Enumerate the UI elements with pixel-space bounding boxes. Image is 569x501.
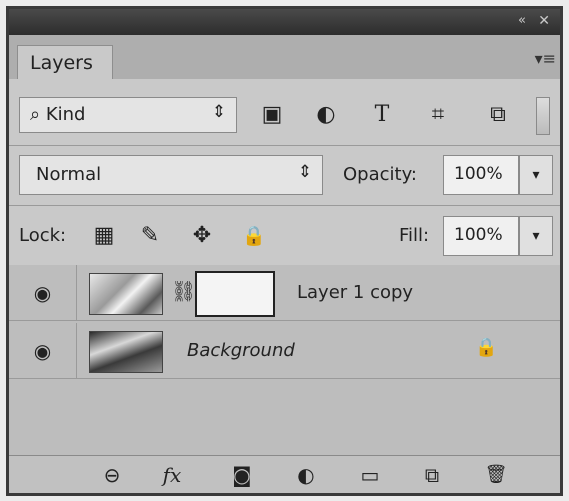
opacity-dropdown[interactable]: ▾ bbox=[519, 155, 553, 195]
lock-row: Lock: ▦ ✎ ✥ 🔒 Fill: 100% ▾ bbox=[19, 215, 553, 257]
smart-object-icon[interactable]: ⧉ bbox=[481, 99, 515, 131]
link-layers-icon[interactable]: ⊖ bbox=[97, 462, 127, 488]
layer-row[interactable]: ◉ ⛓ Layer 1 copy bbox=[9, 265, 560, 321]
divider bbox=[9, 145, 560, 146]
select-arrows-icon: ⇕ bbox=[211, 102, 226, 122]
close-icon[interactable]: ✕ bbox=[538, 13, 550, 29]
lock-position-icon[interactable]: ✥ bbox=[187, 221, 217, 251]
lock-icon: 🔒 bbox=[475, 337, 498, 358]
layer-name[interactable]: Background bbox=[187, 340, 295, 361]
collapse-icon[interactable]: « bbox=[518, 13, 526, 28]
lock-label: Lock: bbox=[19, 225, 67, 246]
filter-kind-select[interactable]: ⌕ Kind ⇕ bbox=[19, 97, 237, 133]
adjustment-icon[interactable]: ◐ bbox=[309, 99, 343, 131]
lock-image-pixels-icon[interactable]: ✎ bbox=[135, 221, 165, 251]
fill-input[interactable]: 100% bbox=[443, 216, 519, 256]
opacity-input[interactable]: 100% bbox=[443, 155, 519, 195]
type-icon[interactable]: T bbox=[365, 99, 399, 131]
filter-kind-label: Kind bbox=[45, 104, 86, 125]
tab-layers[interactable]: Layers bbox=[17, 45, 113, 79]
add-mask-icon[interactable]: ◙ bbox=[227, 462, 257, 488]
adjustment-layer-icon[interactable]: ◐ bbox=[291, 462, 321, 488]
trash-icon[interactable]: 🗑 bbox=[481, 462, 511, 488]
panel-titlebar: « ✕ bbox=[9, 9, 560, 35]
blend-mode-select[interactable]: Normal ⇕ bbox=[19, 155, 323, 195]
fx-icon[interactable]: fx bbox=[157, 462, 187, 488]
blend-row: Normal ⇕ Opacity: 100% ▾ bbox=[19, 155, 553, 195]
fill-label: Fill: bbox=[399, 225, 430, 246]
filter-toggle[interactable] bbox=[536, 97, 550, 135]
fill-dropdown[interactable]: ▾ bbox=[519, 216, 553, 256]
layer-name[interactable]: Layer 1 copy bbox=[297, 282, 413, 303]
lock-all-icon[interactable]: 🔒 bbox=[239, 221, 269, 251]
search-icon: ⌕ bbox=[30, 104, 41, 125]
filter-row: ⌕ Kind ⇕ ▣ ◐ T ⌗ ⧉ bbox=[19, 97, 550, 135]
layers-panel: « ✕ Layers ▾≡ ⌕ Kind ⇕ ▣ ◐ T ⌗ ⧉ Normal … bbox=[6, 6, 563, 496]
chain-icon[interactable]: ⛓ bbox=[171, 279, 196, 303]
opacity-label: Opacity: bbox=[343, 164, 417, 185]
divider bbox=[9, 205, 560, 206]
eye-icon[interactable]: ◉ bbox=[9, 323, 77, 379]
layers-list: ◉ ⛓ Layer 1 copy ◉ Background 🔒 bbox=[9, 265, 560, 461]
panel-menu-icon[interactable]: ▾≡ bbox=[535, 49, 556, 68]
eye-icon[interactable]: ◉ bbox=[9, 265, 77, 321]
blend-mode-value: Normal bbox=[36, 164, 102, 185]
layer-thumbnail bbox=[89, 273, 163, 315]
bottom-toolbar: ⊖ fx ◙ ◐ ▭ ⧉ 🗑 bbox=[9, 455, 560, 493]
layer-mask-thumbnail[interactable] bbox=[195, 271, 275, 317]
image-icon[interactable]: ▣ bbox=[255, 99, 289, 131]
new-layer-icon[interactable]: ⧉ bbox=[417, 462, 447, 488]
layer-thumbnail bbox=[89, 331, 163, 373]
layer-row[interactable]: ◉ Background 🔒 bbox=[9, 323, 560, 379]
select-arrows-icon: ⇕ bbox=[297, 162, 312, 182]
group-folder-icon[interactable]: ▭ bbox=[355, 462, 385, 488]
shape-icon[interactable]: ⌗ bbox=[421, 99, 455, 131]
lock-transparent-pixels-icon[interactable]: ▦ bbox=[89, 221, 119, 251]
panel-tab-row: Layers ▾≡ bbox=[9, 35, 560, 79]
